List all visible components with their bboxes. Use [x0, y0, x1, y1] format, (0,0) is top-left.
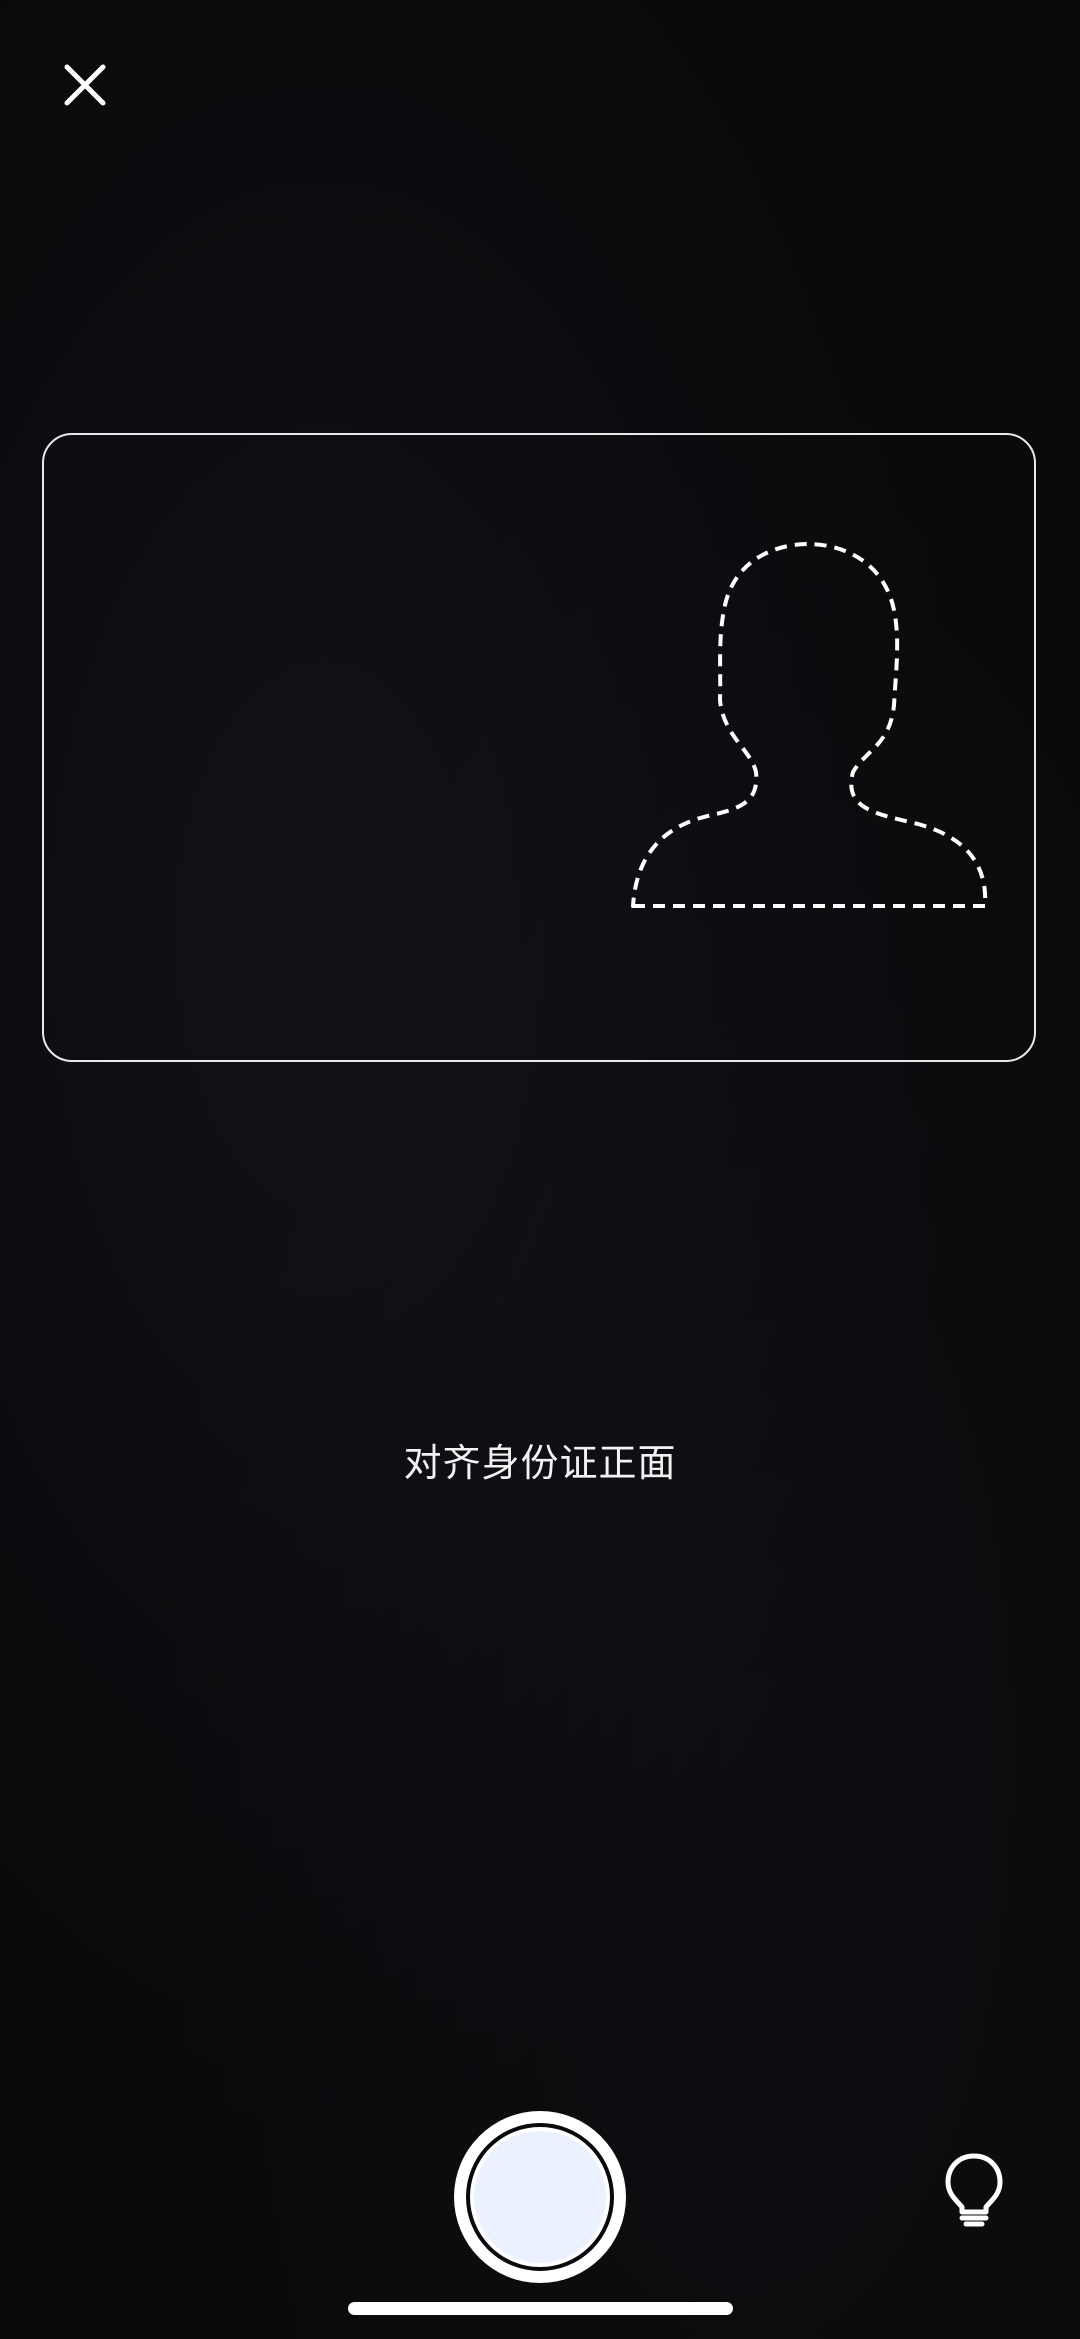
- close-icon: [64, 64, 106, 106]
- person-silhouette-outline-icon: [631, 542, 988, 908]
- lightbulb-icon: [945, 2153, 1003, 2227]
- home-indicator[interactable]: [348, 2302, 733, 2315]
- capture-shutter-button[interactable]: [454, 2111, 626, 2283]
- alignment-hint-text: 对齐身份证正面: [403, 1441, 677, 1485]
- lightbulb-tips-button[interactable]: [942, 2152, 1006, 2228]
- id-card-capture-screen: 对齐身份证正面: [0, 0, 1080, 2339]
- close-button[interactable]: [50, 50, 120, 120]
- shutter-core: [474, 2131, 606, 2263]
